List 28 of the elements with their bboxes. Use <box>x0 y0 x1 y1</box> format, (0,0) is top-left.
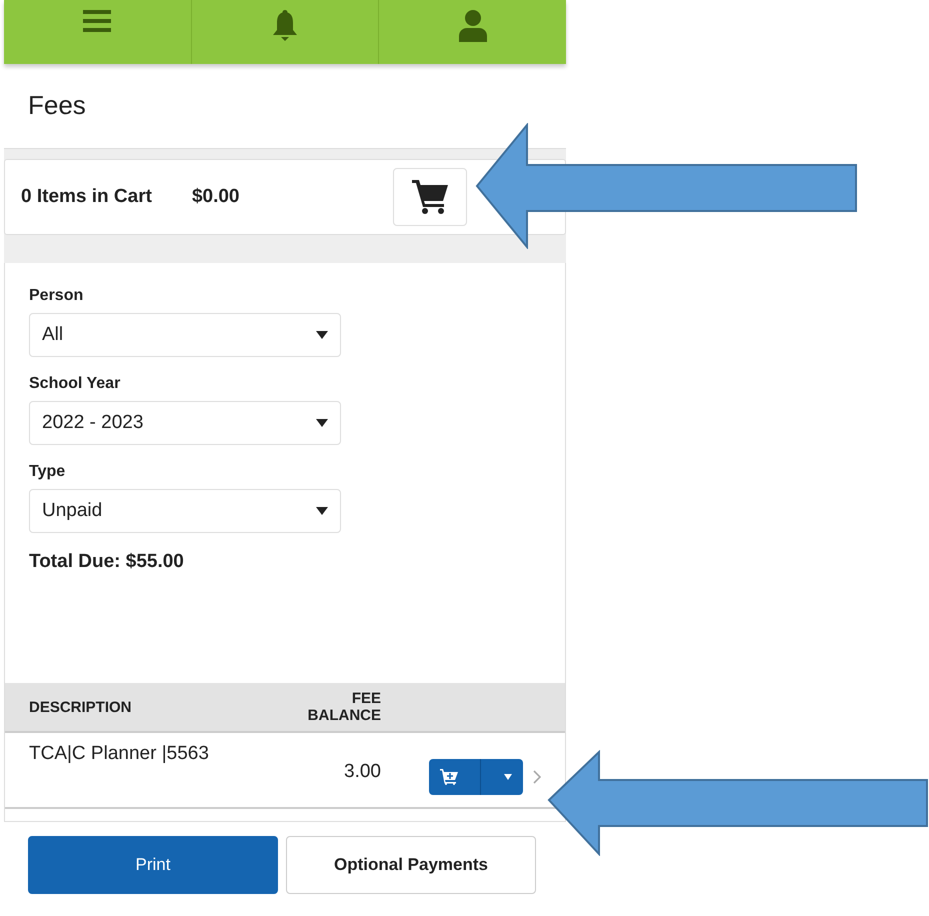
cart-summary: 0 Items in Cart <box>21 186 152 208</box>
filter-label: Type <box>29 463 66 481</box>
column-header: DESCRIPTION <box>28 698 133 716</box>
dropdown-field[interactable]: All <box>29 313 341 357</box>
user-icon[interactable] <box>458 10 487 42</box>
filter-label: School Year <box>29 375 122 393</box>
dropdown-field[interactable]: 2022 - 2023 <box>29 401 341 445</box>
caret-icon[interactable] <box>504 774 512 780</box>
caret-icon <box>316 419 328 427</box>
caret-icon <box>316 331 328 339</box>
action-button[interactable]: Print <box>28 836 278 894</box>
cart-button[interactable] <box>393 168 467 226</box>
dropdown-field[interactable]: Unpaid <box>29 489 341 533</box>
filter-label: Person <box>29 287 84 305</box>
cart-total: $0.00 <box>192 186 240 208</box>
cart-icon <box>412 180 448 214</box>
action-button[interactable]: Optional Payments <box>286 836 536 894</box>
menu-icon[interactable] <box>83 10 112 32</box>
column-header: FEE BALANCE <box>306 690 381 724</box>
page-title: Fees <box>27 89 87 122</box>
table-cell-text: TCA|C Planner |5563 <box>28 742 210 765</box>
table-cell-text: 3.00 <box>343 760 381 783</box>
total-due: Total Due: $55.00 <box>29 551 185 573</box>
bell-icon[interactable] <box>271 10 299 42</box>
chevron-icon[interactable] <box>533 770 541 784</box>
add-to-cart-button[interactable] <box>429 759 523 795</box>
caret-icon <box>316 507 328 515</box>
cart-plus-icon <box>440 769 458 785</box>
